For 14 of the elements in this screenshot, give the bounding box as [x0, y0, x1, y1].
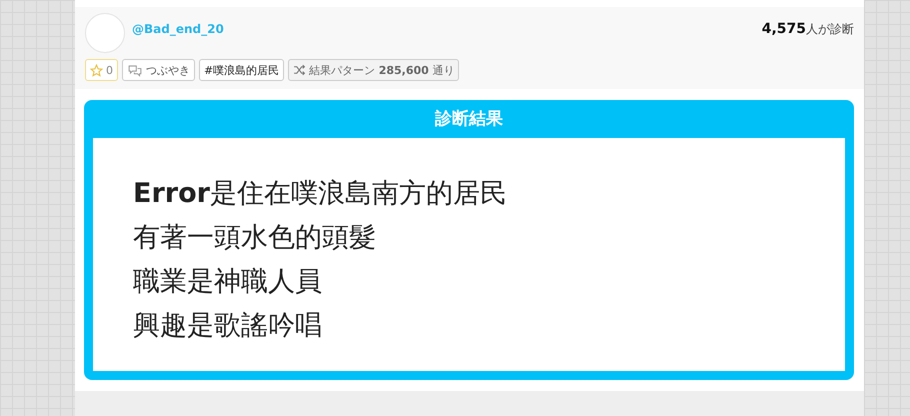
result-title: 診断結果 [434, 108, 504, 131]
result-line: 職業是神職人員 [133, 265, 323, 299]
result-line: 有著一頭水色的頭髮 [133, 221, 377, 255]
tweet-button[interactable]: つぶやき [122, 59, 195, 81]
star-icon [90, 64, 103, 76]
pattern-count: 結果パターン 285,600 通り [288, 59, 460, 81]
result-line: 興趣是歌謠吟唱 [133, 309, 323, 343]
avatar [85, 13, 125, 53]
result-line: Error是住在噗浪島南方的居民 [133, 177, 508, 211]
shuffle-icon [293, 64, 306, 76]
diagnosis-count: 4,575人が診断 [762, 20, 854, 38]
hashtag-button[interactable]: #噗浪島的居民 [199, 59, 284, 81]
speech-bubbles-icon [127, 64, 143, 76]
favorite-button[interactable]: 0 [85, 59, 118, 81]
